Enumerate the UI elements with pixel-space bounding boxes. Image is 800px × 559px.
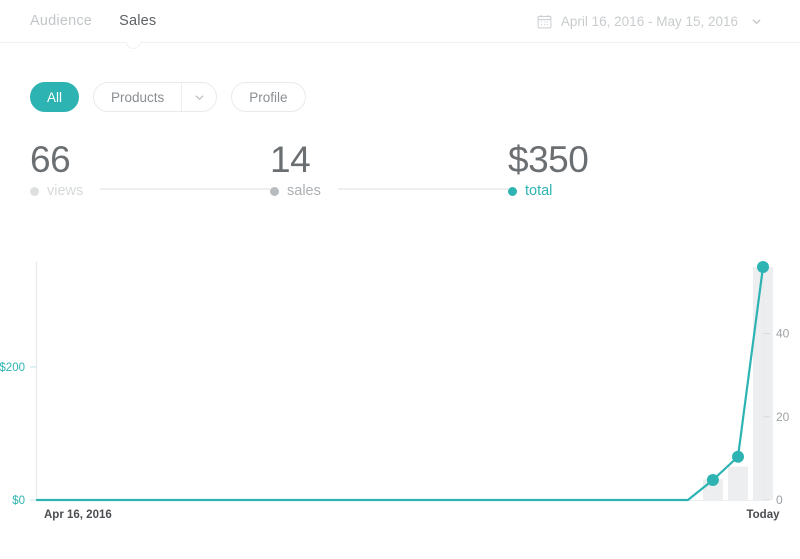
metric-sales: 14 sales [270, 138, 321, 199]
metric-total-value: $350 [508, 139, 589, 180]
divider-line [0, 42, 800, 43]
chart-axis-labels: $0 $200 0 20 40 Apr 16, 2016 Today [0, 327, 790, 521]
tab-list: Audience Sales [30, 13, 156, 29]
y-axis-left-tick-label: $200 [0, 362, 25, 374]
metric-total-legend: total [508, 183, 588, 199]
metric-total-dot [508, 186, 517, 196]
top-bar: Audience Sales April 16, 2016 - May 15, … [0, 0, 800, 42]
metric-views-dot [30, 186, 39, 196]
date-range-selector[interactable]: April 16, 2016 - May 15, 2016 [537, 14, 776, 29]
chart-canvas: $0 $200 0 20 40 Apr 16, 2016 Today [0, 261, 790, 521]
chart-bar [728, 466, 748, 500]
date-range-label: April 16, 2016 - May 15, 2016 [560, 13, 738, 29]
chart-bars [702, 267, 773, 500]
filter-pill-products[interactable]: Products [93, 82, 218, 112]
y-axis-right-tick-label: 40 [776, 327, 790, 341]
sales-chart: $0 $200 0 20 40 Apr 16, 2016 Today [0, 250, 800, 559]
metric-sales-value: 14 [270, 139, 311, 180]
metric-sales-legend: sales [270, 183, 321, 199]
filter-pill-profile[interactable]: Profile [231, 82, 306, 112]
y-axis-right-tick-label: 20 [776, 410, 790, 424]
tab-sales[interactable]: Sales [119, 13, 156, 29]
metric-joiner-1 [100, 188, 270, 190]
x-axis-start-label: Apr 16, 2016 [44, 509, 112, 521]
metrics-row: 66 views 14 sales $350 total [0, 138, 800, 210]
chart-line [35, 265, 765, 502]
metric-total: $350 total [508, 138, 589, 199]
metric-views-value: 66 [30, 139, 71, 180]
active-tab-notch [124, 42, 142, 50]
tab-audience[interactable]: Audience [30, 13, 92, 29]
filter-pills: All Products Profile [0, 44, 800, 112]
header-divider [0, 42, 800, 49]
chart-data-point[interactable] [706, 474, 719, 486]
chart-ticks [30, 333, 770, 501]
filter-pill-products-label: Products [111, 89, 165, 105]
metric-total-label: total [525, 183, 553, 199]
metric-sales-label: sales [287, 183, 321, 199]
y-axis-left-tick-label: $0 [12, 495, 25, 507]
chart-line-series [35, 261, 769, 502]
metric-joiner-2 [338, 188, 508, 190]
metric-sales-dot [270, 186, 279, 196]
metric-views-legend: views [30, 183, 83, 199]
y-axis-right-tick-label: 0 [776, 493, 783, 507]
metric-views: 66 views [30, 138, 83, 199]
filter-pill-all-label: All [46, 89, 62, 105]
calendar-icon [537, 14, 552, 29]
filter-pill-all[interactable]: All [30, 82, 79, 112]
x-axis-end-label: Today [746, 509, 780, 521]
chart-data-point[interactable] [732, 450, 744, 463]
metric-views-label: views [47, 183, 84, 199]
chevron-down-icon [747, 16, 762, 27]
chevron-down-icon[interactable] [181, 83, 216, 111]
chart-data-point[interactable] [757, 261, 769, 273]
filter-pill-profile-label: Profile [249, 89, 288, 105]
